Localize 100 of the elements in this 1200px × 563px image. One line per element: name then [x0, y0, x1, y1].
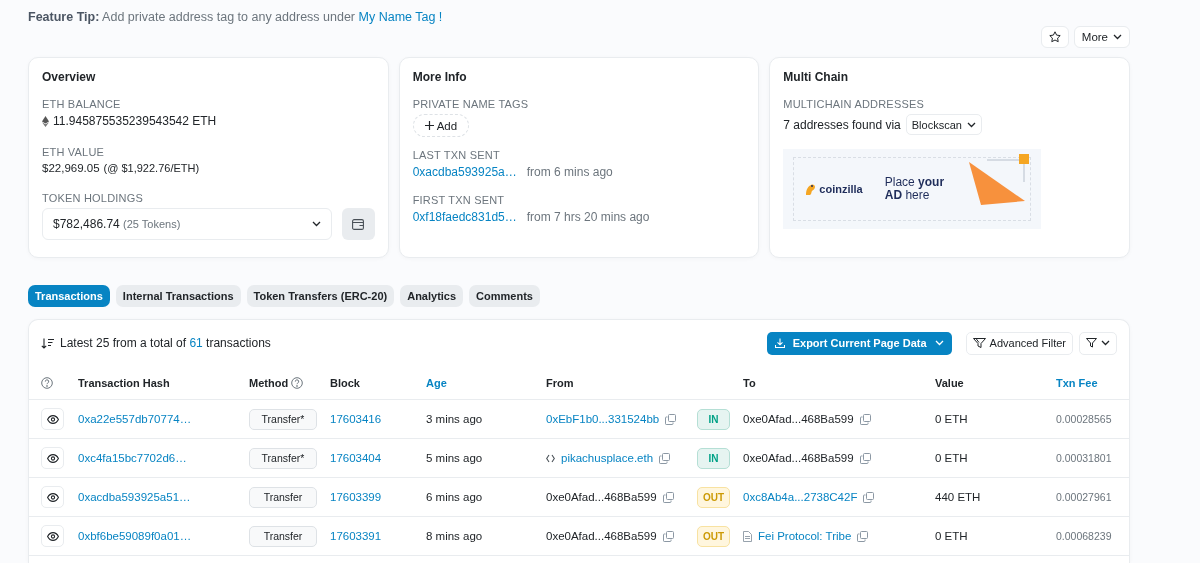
eth-value: $22,969.05 [42, 162, 100, 174]
tab[interactable]: Transactions [28, 285, 110, 307]
column-header: Value [935, 376, 964, 389]
block-link[interactable]: 17603404 [330, 452, 382, 464]
ethereum-icon [42, 115, 49, 127]
field-label: TOKEN HOLDINGS [42, 192, 144, 204]
age-text: 8 mins ago [426, 530, 483, 542]
eye-icon [46, 414, 59, 424]
block-link[interactable]: 17603416 [330, 413, 382, 425]
more-button[interactable]: More [1073, 26, 1130, 48]
caret-icon [966, 121, 976, 128]
txn-hash-link[interactable]: 0xbf6be59089f0a01… [78, 530, 192, 542]
txn-hash-link[interactable]: 0xacdba593925a51… [78, 491, 191, 503]
copy-icon[interactable] [863, 491, 875, 503]
age-text: 6 mins ago [426, 491, 483, 503]
address-text: 0xe0Afad...468Ba599 [546, 530, 657, 542]
copy-icon[interactable] [859, 452, 871, 464]
total-link[interactable]: 61 [189, 336, 203, 350]
preview-button[interactable] [41, 486, 64, 508]
token-holdings-dropdown[interactable]: $782,486.74 (25 Tokens) [42, 208, 332, 240]
code-icon [546, 453, 555, 463]
direction-tag: IN [697, 447, 730, 469]
field-label: FIRST TXN SENT [412, 194, 506, 206]
preview-button[interactable] [41, 525, 64, 547]
feature-tip: Feature Tip: Add private address tag to any address under My Name Tag ! [28, 10, 444, 24]
preview-button[interactable] [41, 408, 64, 430]
field-label: LAST TXN SENT [412, 149, 501, 161]
help-icon [291, 376, 304, 389]
column-header: From [546, 376, 574, 389]
fee-text: 0.00027961 [1056, 491, 1112, 503]
method-tag: Transfer* [249, 408, 317, 430]
column-header: Method [249, 376, 304, 389]
preview-button[interactable] [41, 447, 64, 469]
caret-icon [311, 221, 321, 227]
caret-icon [934, 340, 944, 346]
card-title: Multi Chain [783, 70, 849, 84]
copy-icon[interactable] [662, 530, 674, 542]
field-label: MULTICHAIN ADDRESSES [783, 98, 926, 110]
value-text: 0 ETH [935, 413, 968, 425]
tab[interactable]: Token Transfers (ERC-20) [246, 285, 395, 307]
export-button[interactable]: Export Current Page Data [766, 331, 952, 355]
copy-icon[interactable] [859, 413, 871, 425]
tab[interactable]: Comments [469, 285, 540, 307]
field-label: ETH VALUE [42, 146, 106, 158]
tab[interactable]: Analytics [400, 285, 464, 307]
column-header[interactable]: Txn Fee [1056, 376, 1098, 389]
address-link[interactable]: 0xc8Ab4a...2738C42F [743, 491, 858, 503]
sort-icon [41, 337, 54, 349]
advanced-filter-button[interactable]: Advanced Filter [965, 331, 1073, 355]
column-header: To [743, 376, 756, 389]
block-link[interactable]: 17603399 [330, 491, 382, 503]
wallet-icon [352, 218, 365, 230]
txn-hash-link[interactable]: 0xa22e557db70774… [78, 413, 192, 425]
block-link[interactable]: 17603391 [330, 530, 382, 542]
value-text: 0 ETH [935, 452, 968, 464]
address-link[interactable]: 0xEbF1b0...331524bb [546, 413, 660, 425]
addresses-found-text: 7 addresses found via [783, 117, 901, 132]
eye-icon [46, 492, 59, 502]
filter-dropdown[interactable] [1079, 331, 1117, 355]
method-tag: Transfer [249, 525, 317, 547]
column-header: Block [330, 376, 360, 389]
ad-banner[interactable]: coinzilla Place your AD here [783, 149, 1042, 229]
ad-headline: Place your [884, 176, 945, 189]
ad-headline: AD here [884, 189, 930, 202]
wallet-button[interactable] [341, 208, 375, 240]
card-title: More Info [412, 70, 468, 84]
name-tag-link[interactable]: My Name Tag ! [358, 10, 443, 24]
age-text: 5 mins ago [426, 452, 483, 464]
column-header[interactable]: Age [426, 376, 447, 389]
copy-icon[interactable] [662, 491, 674, 503]
field-label: PRIVATE NAME TAGS [412, 98, 530, 110]
txn-hash-link[interactable]: 0xacdba593925a… [412, 165, 517, 179]
column-header: Transaction Hash [78, 376, 170, 389]
txn-age: from 6 mins ago [526, 165, 613, 179]
fee-text: 0.00031801 [1056, 452, 1112, 464]
tab[interactable]: Internal Transactions [115, 285, 241, 307]
copy-icon[interactable] [659, 452, 671, 464]
add-tag-button[interactable]: Add [412, 114, 470, 137]
filter-icon [972, 338, 986, 348]
age-text: 3 mins ago [426, 413, 483, 425]
card-title: Overview [42, 70, 97, 84]
eye-icon [46, 453, 59, 463]
copy-icon[interactable] [857, 530, 869, 542]
star-icon [1048, 31, 1061, 43]
ad-brand: coinzilla [819, 183, 863, 195]
document-icon [743, 530, 752, 542]
eth-balance: 11.945875535239543542 ETH [53, 114, 217, 128]
copy-icon[interactable] [665, 413, 677, 425]
txn-hash-link[interactable]: 0xc4fa15bc7702d6… [78, 452, 187, 464]
summary-text: Latest 25 from a total of 61 transactions [60, 336, 271, 350]
value-text: 440 ETH [935, 491, 981, 503]
plus-icon [424, 121, 434, 130]
address-text: 0xe0Afad...468Ba599 [743, 452, 854, 464]
eth-rate: (@ $1,922.76/ETH) [103, 162, 200, 174]
address-link[interactable]: Fei Protocol: Tribe [758, 530, 852, 542]
blockscan-dropdown[interactable]: Blockscan [905, 114, 982, 135]
address-link[interactable]: pikachusplace.eth [561, 452, 654, 464]
txn-hash-link[interactable]: 0xf18faedc831d5… [412, 210, 517, 224]
star-button[interactable] [1040, 26, 1069, 48]
eye-icon [46, 531, 59, 541]
